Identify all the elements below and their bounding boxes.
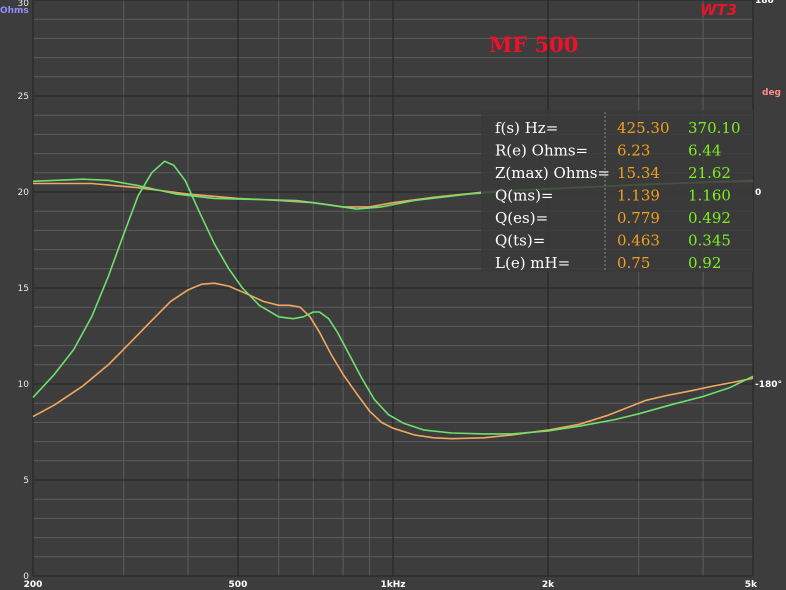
- param-value-b: 1.160: [688, 187, 731, 205]
- phase-axis-ticks: 180 0 -180°: [755, 0, 782, 390]
- param-value-a: 425.30: [617, 119, 670, 137]
- x-tick-label: 5k: [745, 580, 758, 590]
- right-axis-unit: deg: [762, 88, 781, 98]
- impedance-chart: 051015202530 200 500 1kHz 2k 5k 1800-180° Oh…: [0, 0, 782, 590]
- left-axis-unit: Ohms: [0, 6, 29, 16]
- param-value-b: 370.10: [688, 119, 741, 137]
- param-label: Q(es)=: [495, 209, 548, 227]
- param-value-b: 6.44: [688, 142, 721, 160]
- param-label: Q(ms)=: [495, 187, 554, 205]
- param-value-a: 0.779: [617, 209, 660, 227]
- param-value-b: 0.92: [688, 254, 721, 272]
- y-tick-label: 25: [18, 92, 29, 102]
- param-label: Z(max) Ohms=: [495, 164, 610, 182]
- param-label: Q(ts)=: [495, 232, 545, 250]
- x-tick-label: 2k: [542, 580, 555, 590]
- chart-title: MF 500: [489, 32, 578, 57]
- param-label: L(e) mH=: [495, 254, 570, 272]
- param-value-a: 0.75: [617, 254, 650, 272]
- param-value-a: 1.139: [617, 187, 660, 205]
- brand-logo: WT3: [700, 1, 737, 19]
- param-value-b: 21.62: [688, 164, 731, 182]
- param-label: f(s) Hz=: [495, 119, 558, 137]
- param-value-a: 15.34: [617, 164, 660, 182]
- y-tick-label: 20: [18, 188, 30, 198]
- x-axis-ticks: 200 500 1kHz 2k 5k: [24, 580, 758, 590]
- x-tick-label: 200: [24, 580, 43, 590]
- param-value-b: 0.345: [688, 232, 731, 250]
- param-value-b: 0.492: [688, 209, 731, 227]
- phase-tick-label: 0: [755, 188, 761, 198]
- y-tick-label: 10: [18, 380, 30, 390]
- param-label: R(e) Ohms=: [495, 142, 588, 160]
- parameters-table-rows: f(s) Hz= 425.30 370.10 R(e) Ohms= 6.23 6.44 Z(…: [495, 119, 741, 272]
- parameters-table: f(s) Hz= 425.30 370.10 R(e) Ohms= 6.23 6.44 Z(…: [481, 110, 753, 272]
- phase-tick-label: -180°: [755, 380, 782, 390]
- param-value-a: 6.23: [617, 142, 650, 160]
- x-tick-label: 500: [229, 580, 248, 590]
- y-tick-label: 15: [18, 284, 29, 294]
- y-axis-ticks: 051015202530: [18, 0, 30, 582]
- x-tick-label: 1kHz: [380, 580, 405, 590]
- param-value-a: 0.463: [617, 232, 660, 250]
- y-tick-label: 5: [23, 476, 29, 486]
- phase-tick-label: 180: [755, 0, 774, 6]
